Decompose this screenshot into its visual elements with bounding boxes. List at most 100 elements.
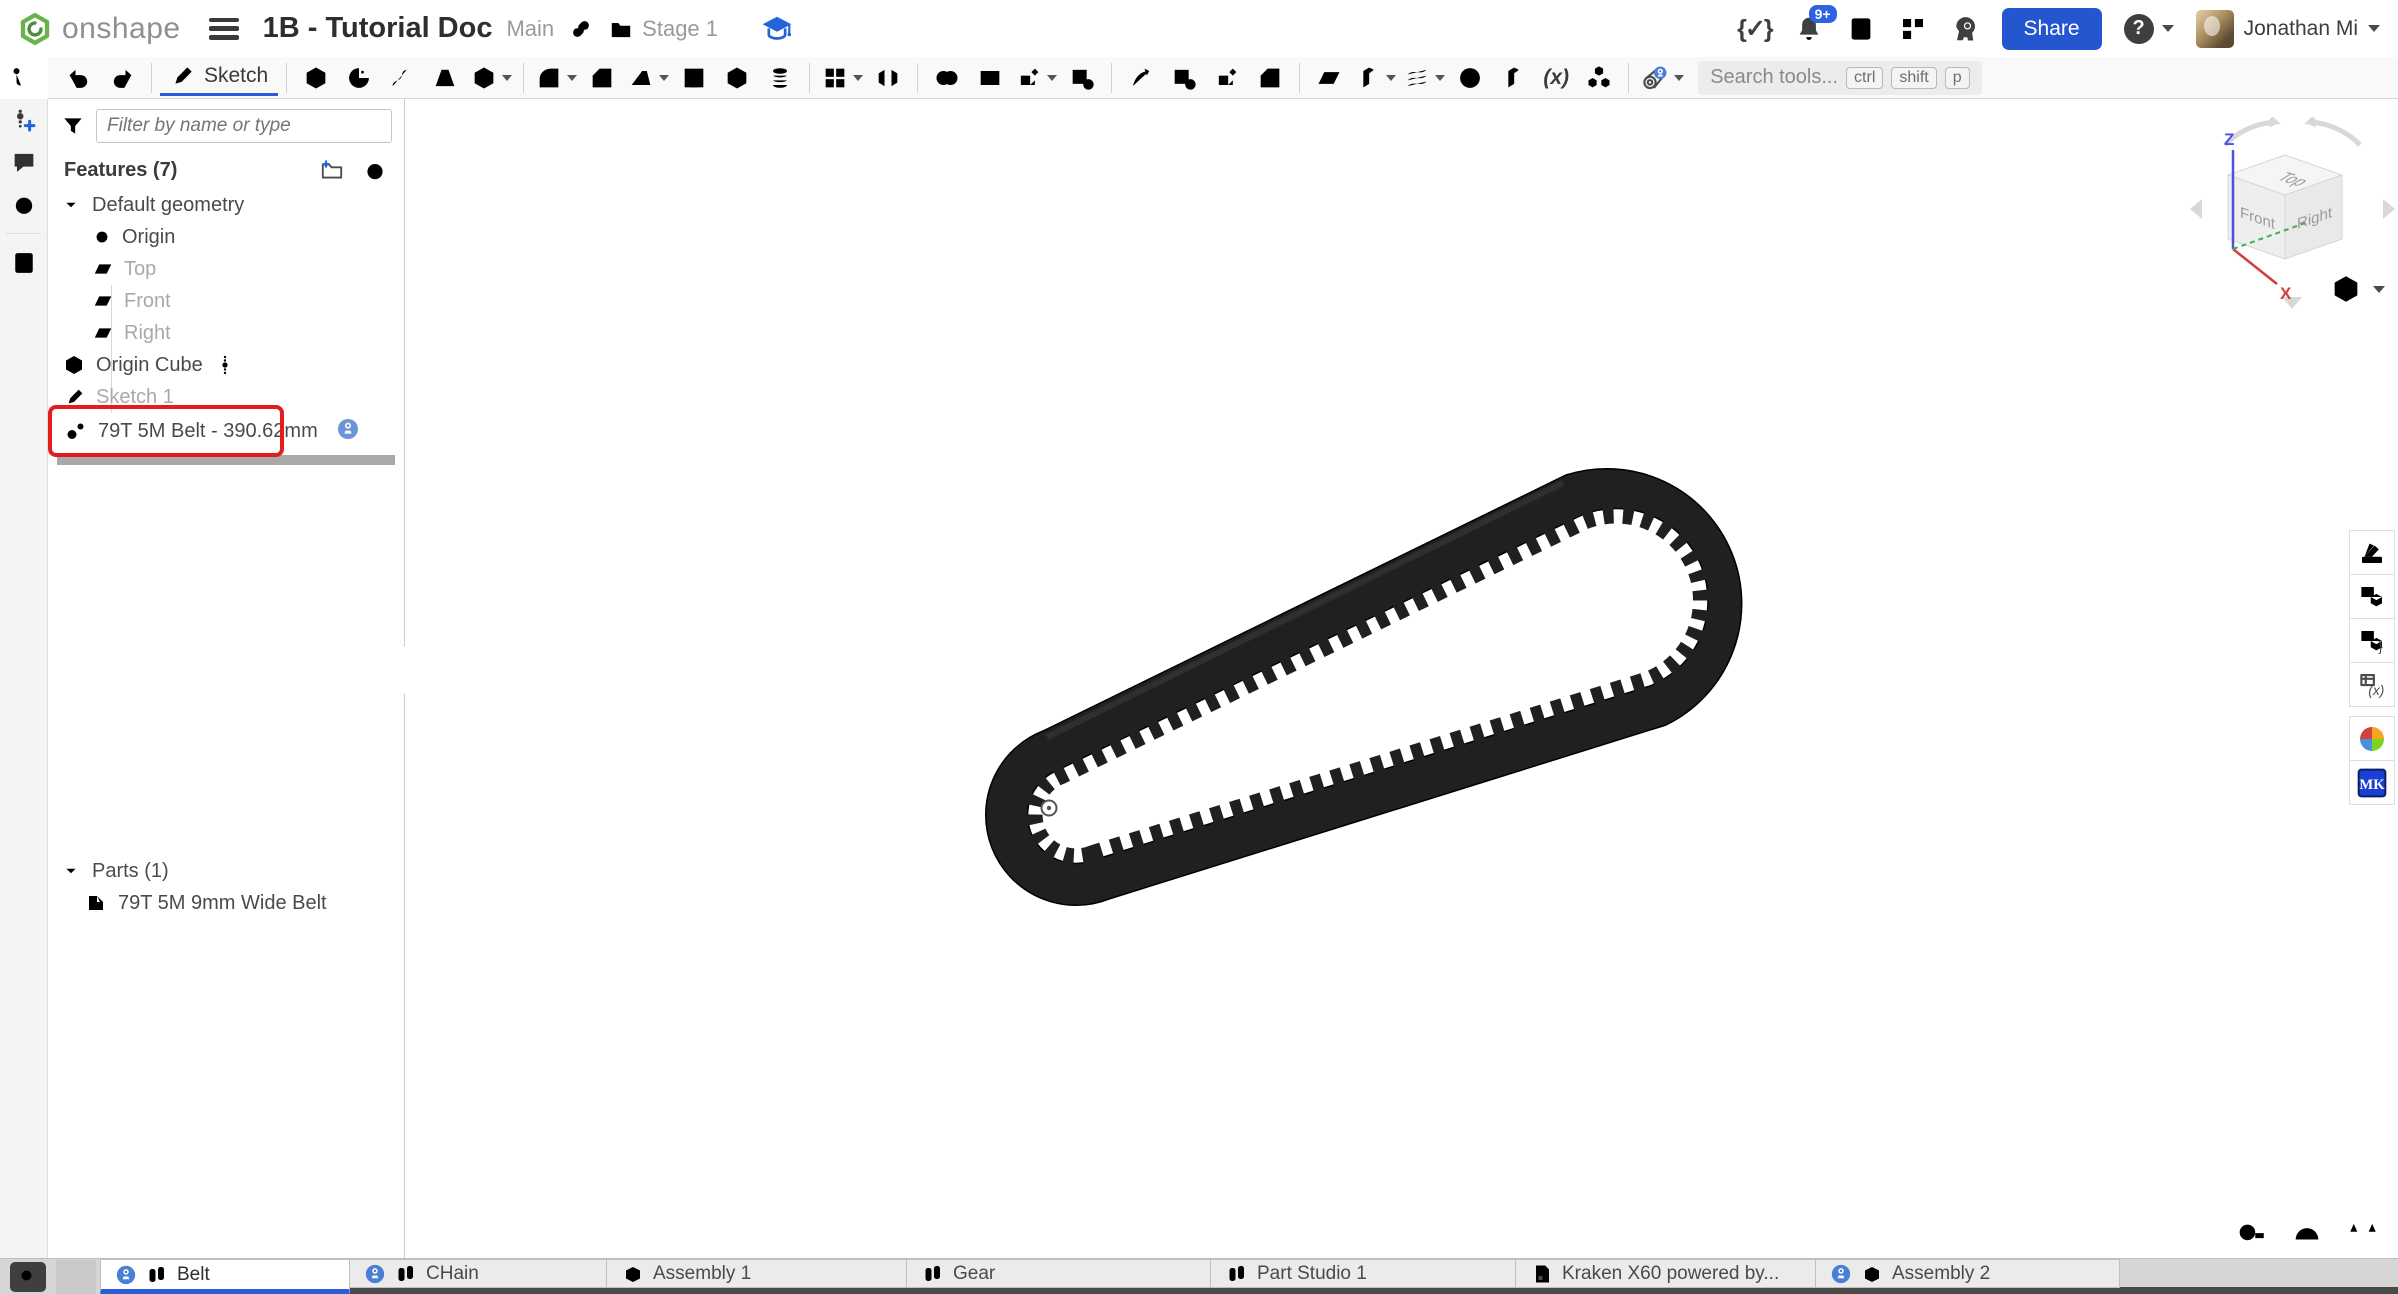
share-button[interactable]: Share — [2002, 8, 2102, 50]
feature-row-origin-cube[interactable]: Origin Cube — [48, 349, 404, 381]
notifications-button[interactable]: 9+ — [1794, 14, 1824, 44]
app-color-wheel-button[interactable] — [2349, 716, 2395, 761]
workspace-name[interactable]: Main — [506, 16, 554, 42]
boolean-tool[interactable] — [926, 60, 968, 96]
helix-icon — [1403, 64, 1431, 92]
rib-tool[interactable] — [673, 60, 715, 96]
mirror-tool[interactable] — [867, 60, 909, 96]
notification-badge: 9+ — [1809, 5, 1837, 23]
graphics-canvas[interactable]: Top Front Right Z X } (x) — [405, 99, 2398, 1258]
undo-button[interactable] — [58, 60, 100, 96]
filter-funnel-icon[interactable] — [60, 113, 86, 139]
split-icon — [976, 64, 1004, 92]
feature-row-origin[interactable]: Origin — [48, 221, 404, 253]
replace-face-tool[interactable] — [1249, 60, 1291, 96]
belt-featurescript-tool[interactable] — [1637, 60, 1687, 96]
featurescript-icon[interactable]: {✓} — [1737, 14, 1771, 44]
comments-button[interactable] — [0, 141, 48, 183]
onshape-logo[interactable]: onshape — [18, 12, 181, 46]
sweep-tool[interactable] — [381, 60, 423, 96]
user-menu[interactable]: Jonathan Mi — [2196, 10, 2380, 48]
plane-tool[interactable] — [1308, 60, 1350, 96]
chevron-down-icon[interactable] — [60, 194, 82, 216]
history-button[interactable] — [0, 183, 48, 225]
variables-table-button[interactable]: (x) — [2349, 662, 2395, 707]
filter-input[interactable] — [96, 109, 392, 143]
tape-measure-icon[interactable] — [2234, 1214, 2268, 1248]
belt-part-3d-view[interactable] — [405, 99, 2398, 1258]
chamfer-tool[interactable] — [581, 60, 623, 96]
offset-surface-tool[interactable] — [1351, 60, 1399, 96]
feature-row-default-geometry[interactable]: Default geometry — [48, 189, 404, 221]
linear-pattern-tool[interactable] — [818, 60, 866, 96]
app-mk-button[interactable]: MK — [2349, 760, 2395, 805]
transform-tool[interactable] — [1012, 60, 1060, 96]
tab-assembly-2[interactable]: Assembly 2 — [1816, 1259, 2120, 1288]
tab-kraken[interactable]: Kraken X60 powered by... — [1516, 1259, 1816, 1288]
feature-row-sketch1[interactable]: Sketch 1 — [48, 381, 404, 413]
extrude-tool[interactable] — [295, 60, 337, 96]
helix-tool[interactable] — [1400, 60, 1448, 96]
tab-belt[interactable]: Belt — [100, 1259, 350, 1294]
tab-part-studio-1[interactable]: Part Studio 1 — [1211, 1259, 1516, 1288]
document-icon — [1530, 1262, 1554, 1286]
versions-button[interactable] — [0, 99, 48, 141]
rollback-history-icon[interactable] — [362, 157, 388, 183]
revolve-tool[interactable] — [338, 60, 380, 96]
chevron-down-icon[interactable] — [60, 860, 82, 882]
shell-tool[interactable] — [716, 60, 758, 96]
sketch-button[interactable]: Sketch — [160, 60, 278, 96]
split-tool[interactable] — [969, 60, 1011, 96]
draft-tool[interactable] — [624, 60, 672, 96]
rollback-bar[interactable] — [57, 455, 395, 465]
origin-marker[interactable] — [1042, 801, 1057, 816]
learning-center-icon[interactable] — [760, 14, 794, 44]
main-menu-icon[interactable] — [209, 18, 239, 40]
tab-assembly-1[interactable]: Assembly 1 — [607, 1259, 907, 1288]
featurescript-info-icon[interactable] — [336, 417, 360, 441]
tab-gear[interactable]: Gear — [907, 1259, 1211, 1288]
loft-tool[interactable] — [424, 60, 466, 96]
search-tabs-button[interactable] — [10, 1262, 46, 1292]
mass-properties-icon[interactable] — [2346, 1214, 2380, 1248]
rollback-drag-handle[interactable] — [213, 352, 237, 378]
app-store-icon[interactable] — [1898, 14, 1928, 44]
hole-tool[interactable] — [759, 60, 801, 96]
add-tab-button[interactable] — [56, 1260, 96, 1294]
parts-header-row[interactable]: Parts (1) — [48, 855, 404, 887]
enclose-tool[interactable] — [1492, 60, 1534, 96]
help-menu[interactable]: ? — [2124, 14, 2174, 44]
feature-row-belt[interactable]: 79T 5M Belt - 390.62mm — [48, 413, 404, 449]
feature-panel: Features (7) Default geometry Origin Top… — [48, 99, 405, 1258]
fillet-tool[interactable] — [532, 60, 580, 96]
delete-part-tool[interactable] — [1061, 60, 1103, 96]
protractor-icon[interactable] — [2290, 1214, 2324, 1248]
feature-row-right-plane[interactable]: Right — [48, 317, 404, 349]
move-face-tool[interactable] — [1206, 60, 1248, 96]
insert-folder-icon[interactable] — [318, 157, 346, 183]
appearance-panel-button[interactable] — [2349, 530, 2395, 575]
configurations-button[interactable]: } — [2349, 618, 2395, 663]
part-row-belt[interactable]: 79T 5M 9mm Wide Belt — [48, 887, 404, 919]
followed-items-button[interactable] — [0, 242, 48, 284]
bom-table-button[interactable] — [2349, 574, 2395, 619]
variable-tool[interactable]: (x) — [1535, 60, 1577, 96]
document-title[interactable]: 1B - Tutorial Doc — [263, 12, 493, 45]
learning-assistant-icon[interactable] — [1950, 14, 1980, 44]
feature-row-top-plane[interactable]: Top — [48, 253, 404, 285]
view-options-button[interactable] — [2323, 271, 2391, 307]
feature-list-toggle[interactable] — [0, 57, 48, 99]
tab-chain[interactable]: CHain — [350, 1259, 607, 1288]
delete-face-tool[interactable] — [1163, 60, 1205, 96]
search-tools-box[interactable]: Search tools... ctrl shift p — [1698, 61, 1981, 95]
thicken-tool[interactable] — [467, 60, 515, 96]
tab-label: Assembly 1 — [653, 1263, 751, 1285]
link-icon[interactable] — [568, 16, 594, 42]
fill-surface-tool[interactable] — [1449, 60, 1491, 96]
instances-tool[interactable] — [1578, 60, 1620, 96]
redo-button[interactable] — [101, 60, 143, 96]
modify-fillet-tool[interactable] — [1120, 60, 1162, 96]
breadcrumb[interactable]: Stage 1 — [608, 16, 718, 42]
feature-row-front-plane[interactable]: Front — [48, 285, 404, 317]
tasks-icon[interactable] — [1846, 14, 1876, 44]
